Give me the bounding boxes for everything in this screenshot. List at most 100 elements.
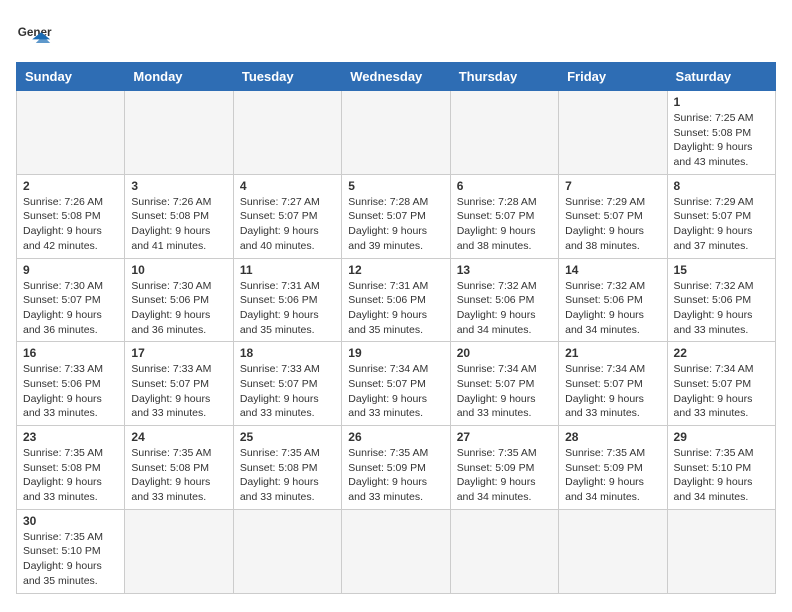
day-number: 23 [23,430,118,444]
weekday-header-wednesday: Wednesday [342,63,450,91]
day-number: 17 [131,346,226,360]
day-number: 26 [348,430,443,444]
calendar-cell-4-4: 27Sunrise: 7:35 AM Sunset: 5:09 PM Dayli… [450,426,558,510]
calendar-cell-2-1: 10Sunrise: 7:30 AM Sunset: 5:06 PM Dayli… [125,258,233,342]
day-info: Sunrise: 7:31 AM Sunset: 5:06 PM Dayligh… [348,279,443,338]
day-info: Sunrise: 7:32 AM Sunset: 5:06 PM Dayligh… [565,279,660,338]
calendar-cell-4-1: 24 Sunrise: 7:35 AM Sunset: 5:08 PM Dayli… [125,426,233,510]
generalblue-logo-icon: General [16,16,52,52]
header: General [16,16,776,52]
day-number: 14 [565,263,660,277]
day-info: Sunrise: 7:35 AM Sunset: 5:08 PM Dayligh… [23,446,118,505]
calendar-cell-3-1: 17 Sunrise: 7:33 AM Sunset: 5:07 PM Dayli… [125,342,233,426]
day-number: 1 [674,95,769,109]
day-number: 16 [23,346,118,360]
calendar-table: SundayMondayTuesdayWednesdayThursdayFrid… [16,62,776,594]
calendar-cell-0-4 [450,91,558,175]
calendar-cell-5-5 [559,509,667,593]
day-info: Sunrise: 7:28 AM Sunset: 5:07 PM Dayligh… [457,195,552,254]
calendar-cell-2-3: 12 Sunrise: 7:31 AM Sunset: 5:06 PM Dayli… [342,258,450,342]
day-number: 13 [457,263,552,277]
calendar-week-row-4: 23 Sunrise: 7:35 AM Sunset: 5:08 PM Dayli… [17,426,776,510]
calendar-cell-0-5 [559,91,667,175]
weekday-header-friday: Friday [559,63,667,91]
day-info: Sunrise: 7:31 AM Sunset: 5:06 PM Dayligh… [240,279,335,338]
day-info: Sunrise: 7:33 AM Sunset: 5:07 PM Dayligh… [131,362,226,421]
calendar-cell-2-6: 15Sunrise: 7:32 AM Sunset: 5:06 PM Dayli… [667,258,775,342]
day-info: Sunrise: 7:35 AM Sunset: 5:09 PM Dayligh… [565,446,660,505]
day-number: 19 [348,346,443,360]
calendar-cell-0-0 [17,91,125,175]
calendar-cell-3-3: 19 Sunrise: 7:34 AM Sunset: 5:07 PM Dayli… [342,342,450,426]
day-info: Sunrise: 7:26 AM Sunset: 5:08 PM Dayligh… [131,195,226,254]
calendar-cell-5-4 [450,509,558,593]
weekday-header-sunday: Sunday [17,63,125,91]
weekday-header-thursday: Thursday [450,63,558,91]
day-number: 8 [674,179,769,193]
day-info: Sunrise: 7:35 AM Sunset: 5:10 PM Dayligh… [674,446,769,505]
day-number: 4 [240,179,335,193]
day-info: Sunrise: 7:32 AM Sunset: 5:06 PM Dayligh… [674,279,769,338]
calendar-cell-0-2 [233,91,341,175]
day-number: 10 [131,263,226,277]
calendar-week-row-5: 30 Sunrise: 7:35 AM Sunset: 5:10 PM Dayli… [17,509,776,593]
day-number: 21 [565,346,660,360]
calendar-cell-1-0: 2Sunrise: 7:26 AM Sunset: 5:08 PM Daylig… [17,174,125,258]
weekday-header-monday: Monday [125,63,233,91]
calendar-cell-2-2: 11 Sunrise: 7:31 AM Sunset: 5:06 PM Dayli… [233,258,341,342]
day-info: Sunrise: 7:35 AM Sunset: 5:10 PM Dayligh… [23,530,118,589]
day-info: Sunrise: 7:33 AM Sunset: 5:06 PM Dayligh… [23,362,118,421]
day-info: Sunrise: 7:34 AM Sunset: 5:07 PM Dayligh… [674,362,769,421]
day-info: Sunrise: 7:30 AM Sunset: 5:07 PM Dayligh… [23,279,118,338]
logo: General [16,16,58,52]
day-number: 7 [565,179,660,193]
day-info: Sunrise: 7:33 AM Sunset: 5:07 PM Dayligh… [240,362,335,421]
calendar-week-row-3: 16 Sunrise: 7:33 AM Sunset: 5:06 PM Dayli… [17,342,776,426]
day-number: 30 [23,514,118,528]
day-number: 9 [23,263,118,277]
day-info: Sunrise: 7:34 AM Sunset: 5:07 PM Dayligh… [457,362,552,421]
day-info: Sunrise: 7:29 AM Sunset: 5:07 PM Dayligh… [674,195,769,254]
day-number: 24 [131,430,226,444]
day-number: 3 [131,179,226,193]
calendar-cell-3-5: 21Sunrise: 7:34 AM Sunset: 5:07 PM Dayli… [559,342,667,426]
day-info: Sunrise: 7:35 AM Sunset: 5:08 PM Dayligh… [131,446,226,505]
day-number: 25 [240,430,335,444]
calendar-cell-5-1 [125,509,233,593]
calendar-cell-1-4: 6 Sunrise: 7:28 AM Sunset: 5:07 PM Daylig… [450,174,558,258]
calendar-cell-2-4: 13Sunrise: 7:32 AM Sunset: 5:06 PM Dayli… [450,258,558,342]
day-info: Sunrise: 7:27 AM Sunset: 5:07 PM Dayligh… [240,195,335,254]
calendar-cell-5-0: 30 Sunrise: 7:35 AM Sunset: 5:10 PM Dayli… [17,509,125,593]
calendar-cell-3-4: 20 Sunrise: 7:34 AM Sunset: 5:07 PM Dayli… [450,342,558,426]
weekday-header-saturday: Saturday [667,63,775,91]
weekday-header-tuesday: Tuesday [233,63,341,91]
calendar-week-row-0: 1Sunrise: 7:25 AM Sunset: 5:08 PM Daylig… [17,91,776,175]
day-number: 12 [348,263,443,277]
calendar-cell-1-3: 5Sunrise: 7:28 AM Sunset: 5:07 PM Daylig… [342,174,450,258]
calendar-cell-5-6 [667,509,775,593]
calendar-cell-0-6: 1Sunrise: 7:25 AM Sunset: 5:08 PM Daylig… [667,91,775,175]
weekday-header-row: SundayMondayTuesdayWednesdayThursdayFrid… [17,63,776,91]
day-info: Sunrise: 7:34 AM Sunset: 5:07 PM Dayligh… [348,362,443,421]
day-info: Sunrise: 7:28 AM Sunset: 5:07 PM Dayligh… [348,195,443,254]
calendar-cell-1-2: 4 Sunrise: 7:27 AM Sunset: 5:07 PM Daylig… [233,174,341,258]
day-info: Sunrise: 7:35 AM Sunset: 5:08 PM Dayligh… [240,446,335,505]
calendar-cell-4-6: 29 Sunrise: 7:35 AM Sunset: 5:10 PM Dayli… [667,426,775,510]
calendar-cell-4-3: 26Sunrise: 7:35 AM Sunset: 5:09 PM Dayli… [342,426,450,510]
day-number: 29 [674,430,769,444]
calendar-cell-4-5: 28Sunrise: 7:35 AM Sunset: 5:09 PM Dayli… [559,426,667,510]
calendar-cell-4-0: 23 Sunrise: 7:35 AM Sunset: 5:08 PM Dayli… [17,426,125,510]
day-number: 20 [457,346,552,360]
day-number: 6 [457,179,552,193]
calendar-cell-0-1 [125,91,233,175]
calendar-cell-1-5: 7Sunrise: 7:29 AM Sunset: 5:07 PM Daylig… [559,174,667,258]
calendar-cell-4-2: 25 Sunrise: 7:35 AM Sunset: 5:08 PM Dayli… [233,426,341,510]
calendar-cell-2-0: 9 Sunrise: 7:30 AM Sunset: 5:07 PM Daylig… [17,258,125,342]
day-number: 11 [240,263,335,277]
day-info: Sunrise: 7:26 AM Sunset: 5:08 PM Dayligh… [23,195,118,254]
calendar-cell-1-1: 3 Sunrise: 7:26 AM Sunset: 5:08 PM Daylig… [125,174,233,258]
calendar-week-row-1: 2Sunrise: 7:26 AM Sunset: 5:08 PM Daylig… [17,174,776,258]
day-number: 22 [674,346,769,360]
calendar-cell-3-2: 18Sunrise: 7:33 AM Sunset: 5:07 PM Dayli… [233,342,341,426]
day-info: Sunrise: 7:35 AM Sunset: 5:09 PM Dayligh… [457,446,552,505]
